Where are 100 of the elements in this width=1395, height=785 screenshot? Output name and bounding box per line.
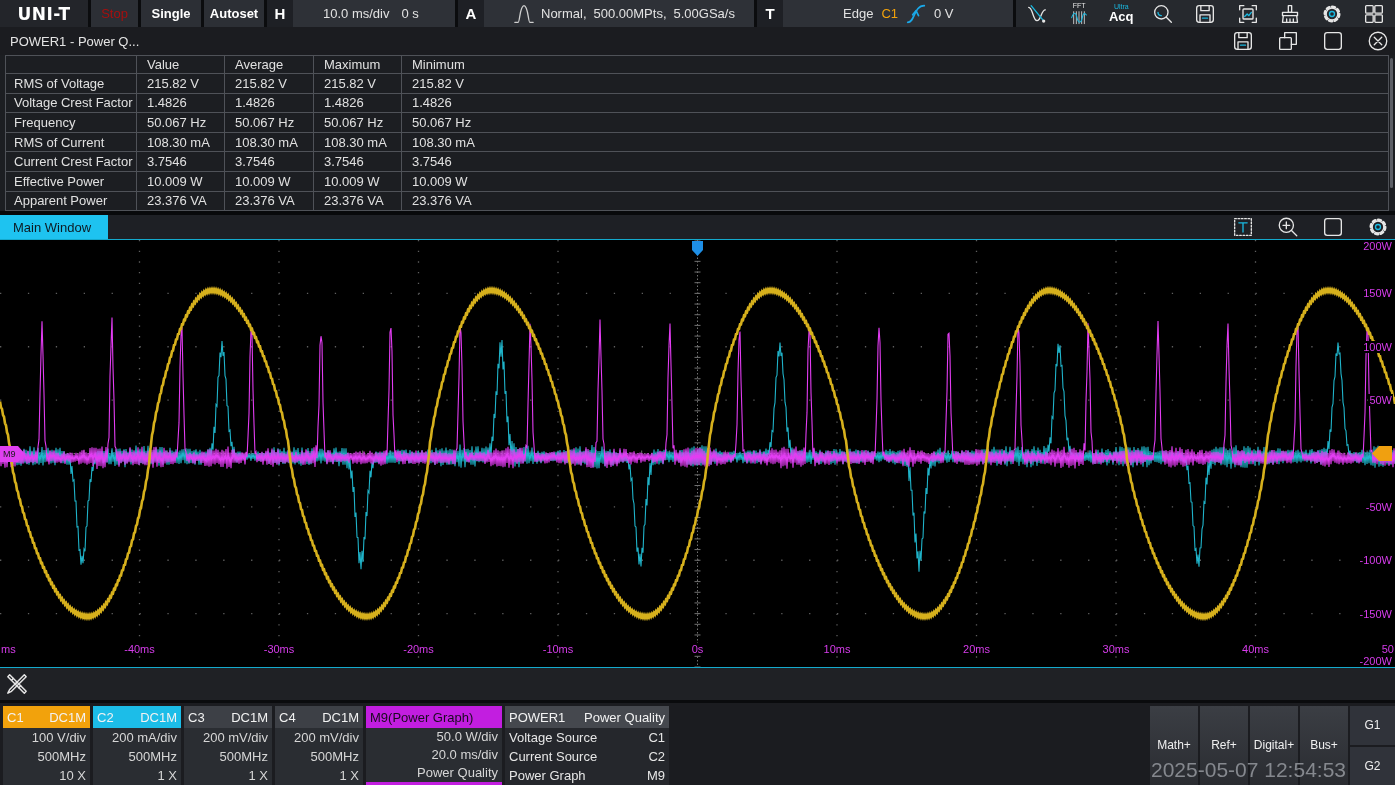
table-cell: 50.067 Hz [313, 112, 402, 133]
axis-label: 40ms [1241, 643, 1270, 655]
channel-header[interactable]: M9(Power Graph) [366, 706, 502, 728]
text-box-icon [1233, 217, 1253, 237]
row-label: Frequency [5, 112, 137, 133]
table-cell: 10.009 W [136, 171, 225, 192]
column-header: Minimum [401, 55, 1389, 74]
table-cell: 10.009 W [401, 171, 1389, 192]
channel-panel[interactable]: C1 DC1M 100 V/div 500MHz 10 X [3, 706, 90, 785]
window-tiles-icon [1363, 3, 1384, 24]
channel-name: C2 [97, 709, 114, 725]
timebase-panel[interactable]: 10.0 ms/div 0 s [293, 0, 455, 27]
table-cell: 23.376 VA [313, 191, 402, 211]
channel-setting: 1 X [156, 767, 178, 785]
coupling-label: DC1M [322, 709, 359, 725]
axis-label: -50W [1364, 500, 1393, 513]
axis-label: 20ms [962, 643, 991, 655]
panel-title: POWER1 [509, 709, 566, 725]
channel-setting: 1 X [338, 767, 360, 785]
table-cell: 108.30 mA [401, 132, 1389, 152]
channel-name: C1 [7, 709, 24, 725]
brand-logo: UNI-T [0, 0, 88, 27]
sample-rate: 5.00GSa/s [673, 6, 735, 21]
rising-edge-icon [906, 3, 926, 24]
table-cell: 215.82 V [224, 73, 314, 94]
pencil-ruler-icon [6, 673, 28, 695]
table-cell: 1.4826 [224, 93, 314, 113]
toolbar-button[interactable]: Single [141, 0, 201, 27]
row-label: Voltage Crest Factor [5, 93, 137, 113]
trigger-type: Edge [843, 6, 874, 21]
channel-panel[interactable]: C4 DC1M 200 mV/div 500MHz 1 X [275, 706, 363, 785]
trigger-level: 0 V [934, 6, 954, 21]
channel-header[interactable]: C4 DC1M [275, 706, 363, 728]
table-cell: 3.7546 [313, 151, 402, 172]
table-cell: 108.30 mA [224, 132, 314, 152]
table-cell: 108.30 mA [136, 132, 225, 152]
axis-label: -200W [1358, 655, 1393, 667]
memory-depth: 500.00MPts, [593, 6, 667, 21]
trigger-source: C1 [881, 6, 898, 21]
table-cell: 23.376 VA [136, 191, 225, 211]
channel-setting: 500MHz [309, 748, 360, 766]
channel-setting: 500MHz [218, 748, 269, 766]
axis-label: 50 [1380, 643, 1395, 655]
column-header: Value [136, 55, 225, 74]
table-cell: 3.7546 [224, 151, 314, 172]
coupling-label: DC1M [231, 709, 268, 725]
section-tag: A [458, 0, 484, 27]
channel-name: C3 [188, 709, 205, 725]
table-cell: 215.82 V [136, 73, 225, 94]
timebase-scale: 10.0 ms/div [323, 6, 390, 21]
axis-label: 50W [1368, 394, 1393, 407]
table-cell: 108.30 mA [313, 132, 402, 152]
channel-setting: 100 V/div [30, 729, 87, 747]
table-cell: 50.067 Hz [224, 112, 314, 133]
setting-value: C2 [648, 749, 665, 764]
channel-setting: 200 mA/div [110, 729, 178, 747]
channel-setting: 200 mV/div [292, 729, 360, 747]
trigger-panel[interactable]: Edge C1 0 V [783, 0, 1013, 27]
axis-label: -20ms [402, 643, 435, 655]
coupling-label: DC1M [49, 709, 86, 725]
group-button[interactable]: G2 [1350, 746, 1395, 785]
stacked-squares-icon [1278, 31, 1298, 51]
row-label: Apparent Power [5, 191, 137, 211]
channel-setting: 500MHz [36, 748, 87, 766]
channel-header[interactable]: C3 DC1M [184, 706, 272, 728]
axis-label: -30ms [262, 643, 296, 655]
window-tab[interactable]: Main Window [0, 215, 108, 239]
zoom-in-icon [1278, 217, 1298, 237]
group-button[interactable]: G1 [1350, 706, 1395, 745]
time-offset: 0 s [401, 6, 419, 21]
analysis-panel[interactable]: POWER1 Power Quality Voltage Source C1 Current Source C2 Power Graph M9 [505, 706, 669, 785]
setting-label: Voltage Source [509, 730, 598, 745]
channel-setting: 500MHz [127, 748, 178, 766]
table-cell: 1.4826 [313, 93, 402, 113]
channel-panel[interactable]: C3 DC1M 200 mV/div 500MHz 1 X [184, 706, 272, 785]
channel-panel[interactable]: C2 DC1M 200 mA/div 500MHz 1 X [93, 706, 181, 785]
table-cell: 215.82 V [401, 73, 1389, 94]
acquisition-mode: Normal, [541, 6, 587, 21]
close-icon [1368, 31, 1388, 51]
square-icon [1323, 217, 1343, 237]
axis-label: 10ms [822, 643, 852, 655]
toolbar-button[interactable]: Autoset [204, 0, 264, 27]
sine-wave-icon [1027, 3, 1048, 24]
channel-panel[interactable]: M9(Power Graph) 50.0 W/div 20.0 ms/div Power Quality [366, 706, 502, 785]
gear-icon [1368, 217, 1388, 237]
channel-setting: Power Quality [416, 764, 499, 782]
channel-marker[interactable]: M9 [0, 446, 25, 462]
channel-setting: 20.0 ms/div [430, 746, 499, 764]
screen-capture-icon [1237, 3, 1258, 24]
column-header: Average [224, 55, 314, 74]
table-cell: 50.067 Hz [401, 112, 1389, 133]
setting-value: C1 [648, 730, 665, 745]
coupling-label: DC1M [140, 709, 177, 725]
acquisition-panel[interactable]: Normal, 500.00MPts, 5.00GSa/s [484, 0, 754, 27]
setting-label: Current Source [509, 749, 598, 764]
position-marker-icon[interactable] [692, 241, 703, 256]
axis-label: -10ms [541, 643, 575, 655]
table-cell: 10.009 W [224, 171, 314, 192]
scrollbar[interactable] [1390, 58, 1393, 188]
table-cell: 23.376 VA [224, 191, 314, 211]
